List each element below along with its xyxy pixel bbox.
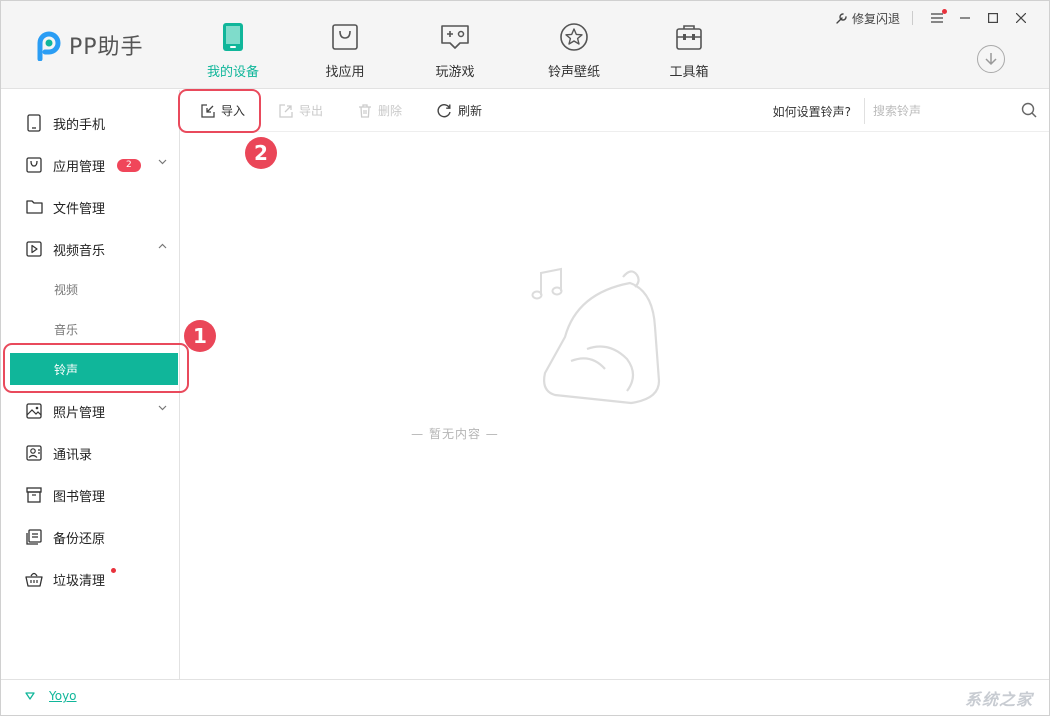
phone-icon — [222, 21, 244, 53]
repair-crash-button[interactable]: 修复闪退 — [836, 10, 900, 27]
play-icon — [25, 240, 43, 258]
sidebar-subitem-label: 视频 — [54, 282, 79, 297]
toolbox-icon — [675, 21, 703, 53]
step-2-marker: 2 — [245, 137, 277, 169]
window-controls: 修复闪退 — [836, 9, 1035, 27]
basket-icon — [25, 570, 43, 588]
sidebar-item-book-management[interactable]: 图书管理 — [1, 474, 179, 516]
sidebar-item-contacts[interactable]: 通讯录 — [1, 432, 179, 474]
toolbar: 导入 导出 删除 刷新 如何设置铃声? — [181, 90, 1049, 132]
nav-label: 工具箱 — [669, 65, 709, 80]
step-1-marker: 1 — [184, 320, 216, 352]
contacts-icon — [25, 444, 43, 462]
sidebar-item-photo-management[interactable]: 照片管理 — [1, 390, 179, 432]
sidebar-item-video-music[interactable]: 视频音乐 — [1, 228, 179, 270]
device-selector[interactable]: Yoyo — [25, 689, 77, 703]
download-icon — [985, 53, 997, 66]
maximize-button[interactable] — [979, 9, 1007, 27]
sidebar-subitem-label: 音乐 — [54, 322, 79, 337]
refresh-icon — [437, 104, 451, 118]
nav-my-device[interactable]: 我的设备 — [196, 21, 270, 81]
minimize-button[interactable] — [951, 9, 979, 27]
sidebar-item-label: 视频音乐 — [53, 243, 106, 259]
export-label: 导出 — [299, 104, 324, 118]
minimize-icon — [960, 17, 970, 19]
top-nav: 我的设备 找应用 玩游戏 铃声壁纸 工具箱 — [196, 21, 744, 81]
notification-dot — [111, 568, 116, 573]
app-window: PP助手 我的设备 找应用 玩游戏 铃声壁纸 工具箱 修复闪退 我的手机 应用管… — [0, 0, 1050, 716]
sidebar-item-label: 文件管理 — [53, 201, 106, 217]
chevron-down-icon[interactable] — [158, 159, 167, 165]
sidebar-item-backup-restore[interactable]: 备份还原 — [1, 516, 179, 558]
hamburger-icon — [931, 13, 943, 23]
nav-label: 玩游戏 — [435, 65, 475, 80]
sidebar-item-label: 备份还原 — [53, 531, 106, 547]
bag-outline-icon — [25, 156, 43, 174]
empty-state-text: — 暂无内容 — — [411, 427, 499, 441]
ringtone-list-area: — 暂无内容 — — [181, 133, 1049, 679]
watermark: 系统之家 — [964, 690, 1033, 709]
chevron-down-icon[interactable] — [158, 405, 167, 411]
device-name: Yoyo — [49, 689, 77, 703]
sidebar-item-junk-cleanup[interactable]: 垃圾清理 — [1, 558, 179, 600]
header: PP助手 我的设备 找应用 玩游戏 铃声壁纸 工具箱 修复闪退 — [1, 1, 1049, 89]
download-manager-button[interactable] — [977, 45, 1005, 73]
book-icon — [25, 486, 43, 504]
folder-icon — [25, 198, 43, 216]
app-name: PP助手 — [69, 35, 144, 60]
sidebar-item-label: 通讯录 — [53, 447, 93, 463]
close-button[interactable] — [1007, 9, 1035, 27]
maximize-icon — [988, 13, 998, 23]
sidebar-item-my-phone[interactable]: 我的手机 — [1, 102, 179, 144]
app-logo: PP助手 — [35, 29, 144, 62]
callout-box-import — [178, 89, 261, 133]
status-bar: Yoyo 系统之家 — [1, 679, 1049, 715]
nav-ringtones-wallpapers[interactable]: 铃声壁纸 — [514, 21, 634, 81]
menu-button[interactable] — [923, 9, 951, 27]
search-input[interactable] — [873, 100, 1013, 122]
triangle-down-icon — [25, 692, 35, 700]
repair-label: 修复闪退 — [851, 11, 900, 26]
close-icon — [1016, 13, 1026, 23]
how-to-set-ringtone-link[interactable]: 如何设置铃声? — [773, 103, 851, 120]
nav-label: 找应用 — [325, 65, 365, 80]
sidebar-item-label: 垃圾清理 — [53, 573, 106, 589]
image-icon — [25, 402, 43, 420]
backup-icon — [25, 528, 43, 546]
export-icon — [279, 103, 293, 118]
pp-logo-icon — [35, 29, 63, 62]
empty-bell-icon — [531, 267, 661, 405]
delete-label: 删除 — [378, 104, 403, 118]
sidebar-item-app-management[interactable]: 应用管理 2 — [1, 144, 179, 186]
sidebar-item-label: 应用管理 — [53, 159, 106, 175]
wrench-icon — [836, 13, 847, 24]
delete-button[interactable]: 删除 — [358, 102, 402, 119]
sidebar-item-file-management[interactable]: 文件管理 — [1, 186, 179, 228]
sidebar-item-label: 图书管理 — [53, 489, 106, 505]
chevron-up-icon[interactable] — [158, 243, 167, 249]
nav-label: 铃声壁纸 — [547, 65, 600, 80]
sidebar-subitem-video[interactable]: 视频 — [1, 269, 179, 309]
sidebar-item-label: 照片管理 — [53, 405, 106, 421]
nav-find-apps[interactable]: 找应用 — [290, 21, 400, 81]
sidebar-item-label: 我的手机 — [53, 117, 106, 133]
callout-box-ringtones — [3, 343, 189, 393]
notification-dot — [942, 9, 947, 14]
refresh-label: 刷新 — [458, 104, 483, 118]
trash-icon — [359, 103, 371, 118]
nav-label: 我的设备 — [206, 65, 259, 80]
divider — [912, 11, 913, 25]
nav-toolbox[interactable]: 工具箱 — [634, 21, 744, 81]
update-count-badge: 2 — [117, 158, 141, 172]
shopping-bag-icon — [331, 21, 359, 53]
export-button[interactable]: 导出 — [279, 102, 323, 119]
refresh-button[interactable]: 刷新 — [437, 102, 482, 119]
nav-play-games[interactable]: 玩游戏 — [400, 21, 510, 81]
divider — [864, 98, 865, 124]
search-icon[interactable] — [1021, 102, 1037, 118]
phone-outline-icon — [25, 114, 43, 132]
star-icon — [559, 21, 589, 53]
gamepad-icon — [440, 21, 470, 53]
